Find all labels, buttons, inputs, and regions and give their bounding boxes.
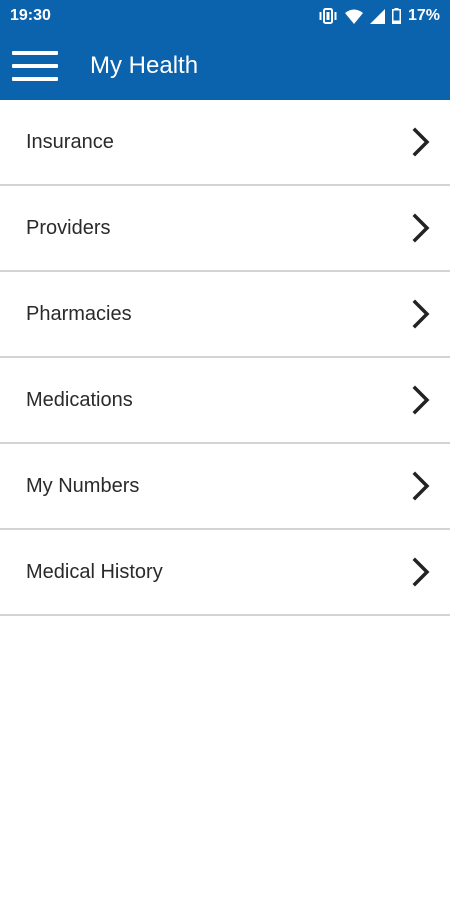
status-time: 19:30 xyxy=(10,7,51,24)
menu-item-label: My Numbers xyxy=(26,474,140,497)
menu-item-medications[interactable]: Medications xyxy=(0,358,450,444)
chevron-right-icon xyxy=(412,471,430,501)
battery-icon xyxy=(391,8,401,24)
status-icons: 17% xyxy=(318,7,440,25)
chevron-right-icon xyxy=(412,213,430,243)
menu-item-label: Providers xyxy=(26,216,111,239)
menu-item-medical-history[interactable]: Medical History xyxy=(0,530,450,616)
menu-item-providers[interactable]: Providers xyxy=(0,186,450,272)
status-bar: 19:30 17% xyxy=(0,0,450,32)
menu-item-label: Medical History xyxy=(26,560,163,583)
health-menu-list: Insurance Providers Pharmacies Medicatio… xyxy=(0,100,450,616)
page-title: My Health xyxy=(90,52,199,79)
menu-item-label: Insurance xyxy=(26,130,114,153)
chevron-right-icon xyxy=(412,385,430,415)
wifi-icon xyxy=(344,9,363,24)
menu-item-my-numbers[interactable]: My Numbers xyxy=(0,444,450,530)
hamburger-menu-icon[interactable] xyxy=(10,46,60,86)
menu-item-label: Pharmacies xyxy=(26,302,132,325)
battery-percent: 17% xyxy=(407,7,440,24)
menu-item-pharmacies[interactable]: Pharmacies xyxy=(0,272,450,358)
cell-signal-icon xyxy=(369,8,385,24)
menu-item-insurance[interactable]: Insurance xyxy=(0,100,450,186)
vibrate-icon xyxy=(318,8,338,24)
menu-item-label: Medications xyxy=(26,388,133,411)
chevron-right-icon xyxy=(412,557,430,587)
app-bar: My Health xyxy=(0,32,450,100)
chevron-right-icon xyxy=(412,127,430,157)
chevron-right-icon xyxy=(412,299,430,329)
